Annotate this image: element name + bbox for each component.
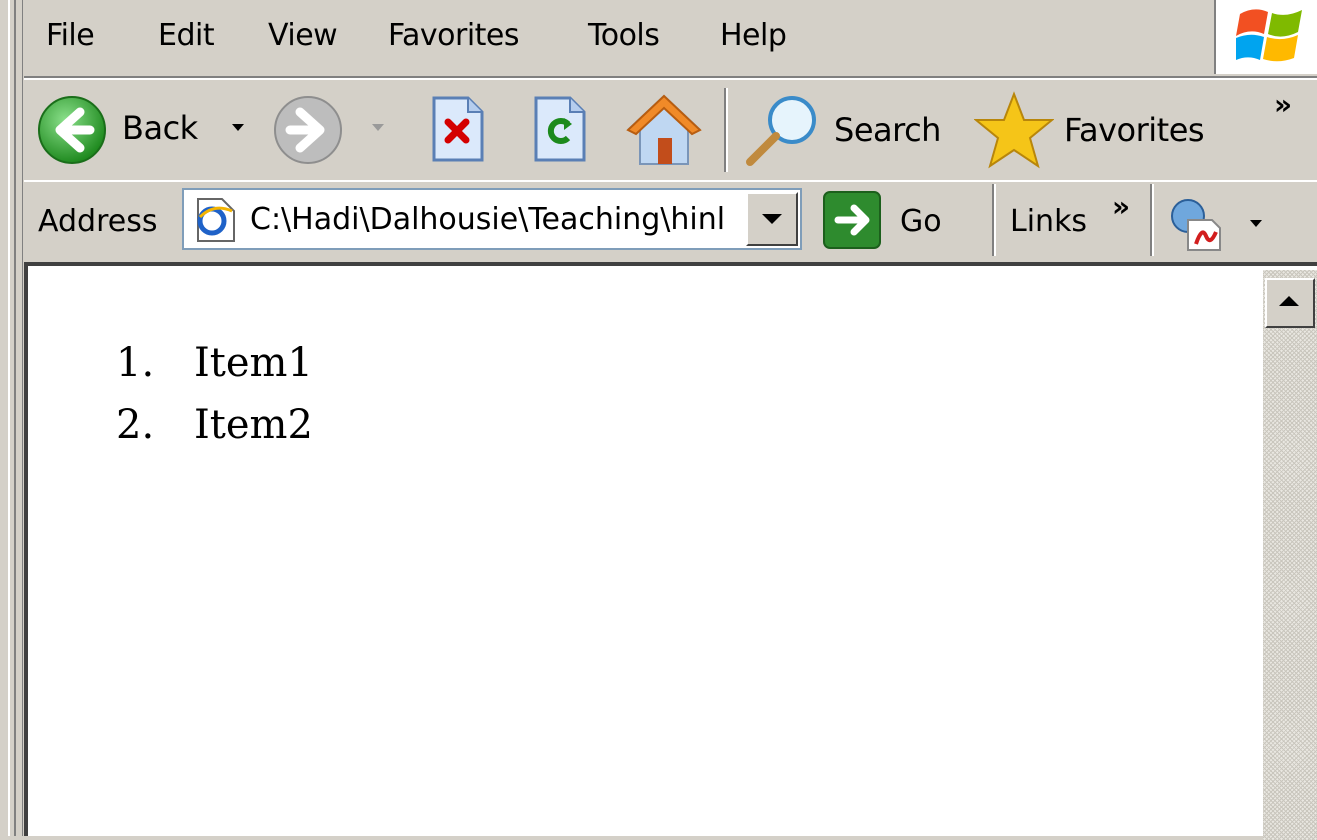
home-button[interactable] [624, 88, 704, 168]
favorites-button[interactable]: Favorites [974, 90, 1224, 170]
search-icon [746, 96, 816, 166]
home-icon [626, 94, 702, 165]
menu-favorites[interactable]: Favorites [388, 16, 520, 56]
address-field[interactable]: C:\Hadi\Dalhousie\Teaching\hinl [182, 188, 802, 250]
go-arrow-icon [823, 191, 881, 249]
forward-arrow-icon [274, 96, 342, 164]
menu-tools[interactable]: Tools [588, 16, 660, 56]
go-button[interactable]: Go [822, 190, 952, 250]
stop-icon [432, 96, 484, 162]
go-label: Go [900, 204, 942, 239]
refresh-icon [534, 96, 586, 162]
menu-view[interactable]: View [268, 16, 338, 56]
links-separator [1150, 184, 1154, 256]
favorites-star-icon [974, 91, 1054, 169]
links-more-chevron[interactable]: » [1112, 190, 1130, 223]
menu-edit[interactable]: Edit [158, 16, 215, 56]
search-label: Search [834, 111, 941, 149]
address-url: C:\Hadi\Dalhousie\Teaching\hinl [250, 202, 726, 237]
back-dropdown-icon[interactable] [232, 124, 244, 131]
ordered-list: 1. Item1 2. Item2 [116, 332, 313, 456]
address-separator [992, 184, 996, 256]
back-label: Back [122, 109, 198, 147]
menu-bar: File Edit View Favorites Tools Help [24, 0, 1317, 78]
list-item-number: 2. [116, 402, 155, 448]
list-item-text: Item2 [194, 402, 313, 448]
pdf-dropdown-icon[interactable] [1250, 220, 1262, 227]
list-item-number: 1. [116, 340, 155, 386]
page-content: 1. Item1 2. Item2 [24, 262, 1317, 840]
toolbar-separator [724, 88, 728, 172]
back-button[interactable]: Back [36, 92, 256, 168]
scroll-up-button[interactable] [1265, 278, 1315, 328]
vertical-scrollbar[interactable] [1263, 270, 1317, 840]
pdf-globe-icon [1171, 199, 1221, 251]
list-item: 2. Item2 [116, 394, 313, 456]
scroll-up-arrow-icon [1279, 296, 1299, 306]
windows-logo-box [1214, 0, 1317, 74]
menu-file[interactable]: File [46, 16, 95, 56]
windows-logo-icon [1236, 9, 1302, 62]
toolbar-more-chevron[interactable]: » [1274, 88, 1292, 121]
address-label: Address [38, 204, 158, 239]
list-item-text: Item1 [194, 340, 313, 386]
standard-toolbar: Back Search Favorites » [24, 78, 1317, 182]
list-item: 1. Item1 [116, 332, 313, 394]
search-button[interactable]: Search [744, 90, 944, 170]
back-arrow-icon [38, 96, 106, 164]
address-dropdown-button[interactable] [746, 192, 798, 246]
dropdown-arrow-icon [762, 214, 782, 224]
refresh-button[interactable] [530, 94, 590, 166]
menu-help[interactable]: Help [720, 16, 787, 56]
favorites-label: Favorites [1064, 111, 1205, 149]
pdf-tool-button[interactable] [1168, 196, 1268, 252]
stop-button[interactable] [428, 94, 488, 166]
address-bar: Address C:\Hadi\Dalhousie\Teaching\hinl … [24, 180, 1317, 262]
window-frame-left [0, 0, 23, 836]
ie-page-icon [197, 198, 235, 242]
forward-dropdown-icon[interactable] [372, 124, 384, 131]
links-label[interactable]: Links [1010, 202, 1087, 242]
forward-button[interactable] [272, 92, 392, 168]
